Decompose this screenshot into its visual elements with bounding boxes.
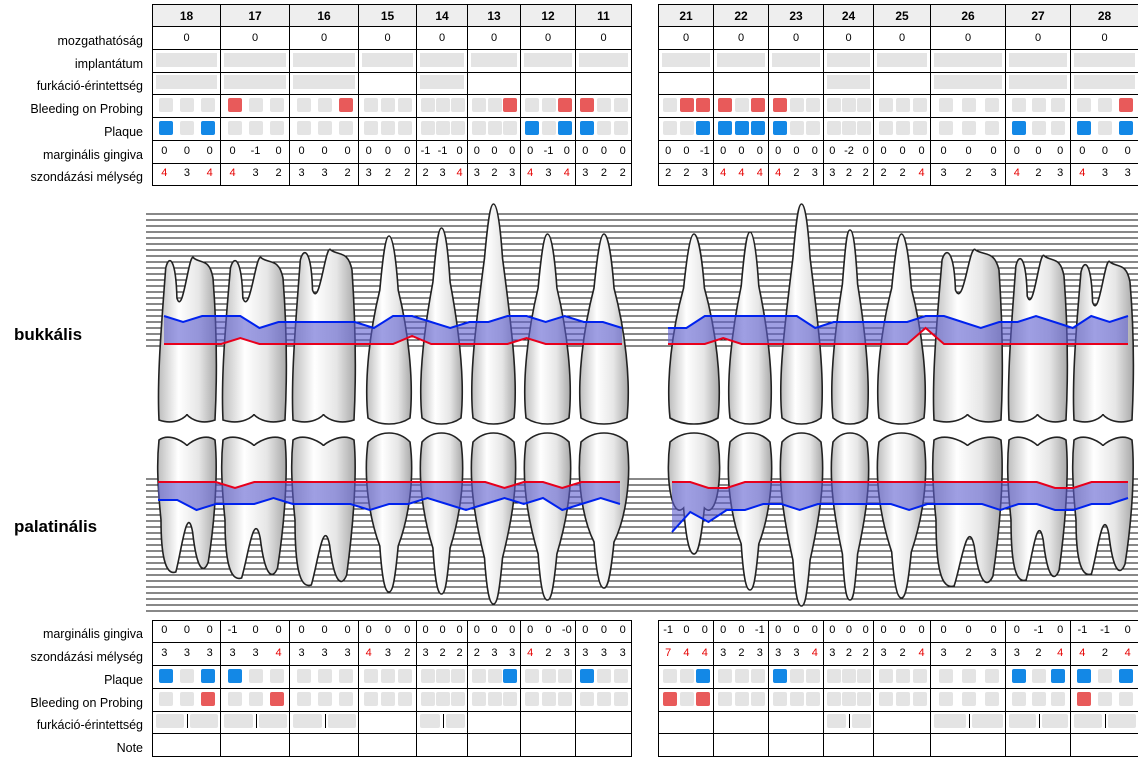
tooth-palatal [470, 432, 517, 605]
tooth-palatal [365, 432, 413, 593]
tooth-palatal [876, 432, 927, 599]
tooth-palatal [931, 436, 1003, 588]
tooth-buccal [470, 203, 517, 425]
tooth-palatal [779, 432, 824, 607]
dental-chart [146, 203, 1138, 612]
tooth-buccal [779, 203, 824, 425]
tooth-palatal [578, 432, 630, 589]
upper-teeth-palatal [156, 432, 1134, 607]
tooth-palatal [727, 432, 773, 591]
tooth-palatal [419, 432, 464, 595]
upper-teeth-buccal [157, 203, 1135, 425]
